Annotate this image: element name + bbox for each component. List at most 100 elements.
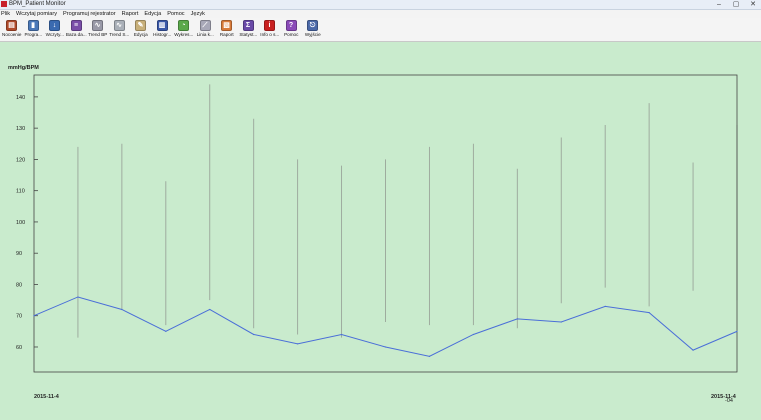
toolbar-button-14[interactable]: ⎋ Wyjście <box>302 18 324 42</box>
title-bar: BPM_Patient Monitor – ▢ ✕ <box>0 0 761 10</box>
toolbar-button-1[interactable]: ▮ Progra... <box>23 18 45 42</box>
x-start-label: 2015-11-4 <box>34 394 60 400</box>
y-tick-label: 110 <box>16 189 25 195</box>
data-point <box>165 330 167 332</box>
close-button[interactable]: ✕ <box>749 0 757 9</box>
download-icon-glyph: ↓ <box>52 22 57 29</box>
toolbar-button-label: Wyjście <box>304 32 321 37</box>
toolbar-button-3[interactable]: ≡ Baza da... <box>66 18 88 42</box>
notebook-icon: ▤ <box>6 20 17 31</box>
edit-icon-glyph: ✎ <box>137 22 144 29</box>
menu-pomoc[interactable]: Pomoc <box>167 10 184 18</box>
toolbar-button-label: Trend S... <box>109 32 130 37</box>
help-book-icon: ? <box>285 20 297 31</box>
app-icon <box>1 1 7 7</box>
data-point <box>121 308 123 311</box>
toolbar-button-12[interactable]: i Info o s... <box>259 18 281 42</box>
database-icon: ≡ <box>70 20 82 31</box>
trend-s-icon-glyph: ∿ <box>116 22 122 29</box>
data-point <box>648 312 650 314</box>
y-tick-label: 140 <box>16 95 25 101</box>
data-point <box>297 343 299 345</box>
toolbar-button-4[interactable]: ∿ Trend BP <box>87 18 109 42</box>
toolbar: ▤ Nocoenie ▮ Progra... ↓ Wczyty... ≡ Baza da...… <box>0 18 761 42</box>
y-tick-label: 100 <box>16 220 25 226</box>
trend-chart: mmHg/BPM 60 70 80 90 100 110 120 130 140 2015-11… <box>8 65 738 404</box>
toolbar-button-label: Statyst... <box>239 32 258 37</box>
data-point <box>209 308 211 311</box>
toolbar-button-9[interactable]: ⟋ Linia k... <box>195 18 217 42</box>
menu-raport[interactable]: Raport <box>122 10 139 18</box>
menu-edycja[interactable]: Edycja <box>144 10 161 18</box>
exit-icon-glyph: ⎋ <box>309 22 316 29</box>
monitor-program-icon: ▮ <box>27 20 39 31</box>
toolbar-button-8[interactable]: ◔ Wykres... <box>173 18 195 42</box>
toolbar-button-label: Wykres... <box>174 32 194 37</box>
monitor-program-icon-glyph: ▮ <box>31 22 35 29</box>
data-point <box>692 349 694 351</box>
menu-bar: Plik Wczytaj pomiary Programuj rejestrat… <box>0 10 761 18</box>
toolbar-button-7[interactable]: ▥ Histogr... <box>152 18 174 42</box>
data-point <box>516 318 518 320</box>
pie-chart-icon: ◔ <box>178 20 189 31</box>
toolbar-button-label: Raport <box>219 32 234 37</box>
toolbar-button-label: Nocoenie <box>2 32 22 37</box>
menu-plik[interactable]: Plik <box>1 10 10 18</box>
report-icon: ▧ <box>221 20 232 31</box>
menu-wczytaj-pomiary[interactable]: Wczytaj pomiary <box>16 10 57 18</box>
line-chart-icon-glyph: ⟋ <box>202 22 208 29</box>
database-icon-glyph: ≡ <box>73 22 79 29</box>
toolbar-button-0[interactable]: ▤ Nocoenie <box>1 18 23 42</box>
toolbar-button-label: Trend BP <box>88 32 108 37</box>
exit-icon: ⎋ <box>307 20 318 31</box>
toolbar-button-label: Baza da... <box>65 32 87 37</box>
toolbar-button-5[interactable]: ∿ Trend S... <box>109 18 131 42</box>
trend-bp-icon-glyph: ∿ <box>94 22 101 29</box>
pie-chart-icon-glyph: ◔ <box>181 22 186 29</box>
toolbar-button-2[interactable]: ↓ Wczyty... <box>44 18 66 42</box>
trend-bp-icon: ∿ <box>92 20 103 31</box>
info-icon-glyph: i <box>268 22 271 29</box>
data-point <box>736 330 738 332</box>
sigma-icon: Σ <box>242 20 254 31</box>
download-icon: ↓ <box>49 20 60 31</box>
toolbar-button-10[interactable]: ▧ Raport <box>216 18 238 42</box>
minimize-button[interactable]: – <box>715 0 723 9</box>
data-point <box>472 333 474 336</box>
y-tick-label: 70 <box>16 314 22 320</box>
y-tick-label: 60 <box>16 345 22 351</box>
y-tick-label: 120 <box>16 157 25 163</box>
menu-programuj-rejestrator[interactable]: Programuj rejestrator <box>63 10 116 18</box>
y-tick-label: 130 <box>16 126 25 132</box>
toolbar-button-label: Wczyty... <box>45 32 64 37</box>
x-end-extra-label: -04 <box>725 398 733 404</box>
data-point <box>253 333 255 336</box>
info-icon: i <box>264 20 275 31</box>
chart-panel: mmHg/BPM 60 70 80 90 100 110 120 130 140 2015-11… <box>0 42 761 420</box>
data-point <box>33 315 35 317</box>
data-point <box>428 355 431 357</box>
y-tick-label: 90 <box>16 251 22 257</box>
histogram-icon-glyph: ▥ <box>158 22 166 29</box>
maximize-button[interactable]: ▢ <box>732 0 740 9</box>
trend-s-icon: ∿ <box>113 20 125 31</box>
toolbar-button-6[interactable]: ✎ Edycja <box>130 18 152 42</box>
toolbar-button-label: Edycja <box>133 32 148 37</box>
toolbar-button-label: Histogr... <box>153 32 172 37</box>
data-point <box>77 296 79 298</box>
y-tick-label: 80 <box>16 282 22 288</box>
data-point <box>604 305 606 307</box>
report-icon-glyph: ▧ <box>223 22 230 29</box>
toolbar-button-13[interactable]: ? Pomoc <box>281 18 303 42</box>
sigma-icon-glyph: Σ <box>245 22 251 29</box>
histogram-icon: ▥ <box>156 20 168 31</box>
help-book-icon-glyph: ? <box>288 22 294 29</box>
toolbar-button-label: Linia k... <box>196 32 214 37</box>
notebook-icon-glyph: ▤ <box>8 22 15 29</box>
menu-jezyk[interactable]: Język <box>191 10 205 18</box>
toolbar-button-label: Progra... <box>24 32 43 37</box>
data-point <box>340 333 343 336</box>
line-chart-icon: ⟋ <box>199 20 211 31</box>
toolbar-button-label: Pomoc <box>284 32 299 37</box>
toolbar-button-11[interactable]: Σ Statyst... <box>238 18 260 42</box>
